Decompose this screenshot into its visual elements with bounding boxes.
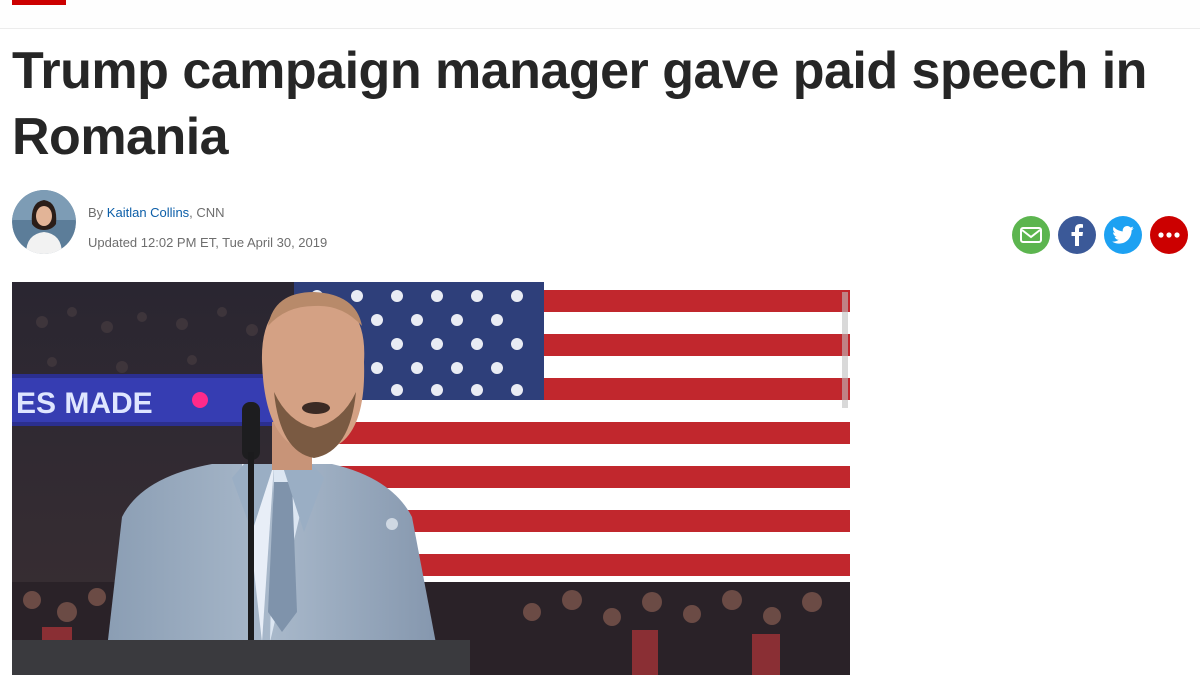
byline-prefix: By (88, 205, 107, 220)
more-icon (1158, 232, 1180, 238)
share-bar (1012, 216, 1188, 254)
timestamp: Updated 12:02 PM ET, Tue April 30, 2019 (88, 235, 328, 250)
share-facebook-button[interactable] (1058, 216, 1096, 254)
cnn-logo[interactable] (12, 0, 66, 5)
byline: By Kaitlan Collins, CNN (88, 198, 327, 228)
photo-credit (841, 292, 849, 408)
led-dot (192, 392, 208, 408)
arena-sign-text: ES MADE (16, 387, 153, 420)
byline-section: By Kaitlan Collins, CNN Updated 12:02 PM… (12, 190, 1188, 256)
outlet: , CNN (189, 205, 225, 220)
facebook-icon (1071, 224, 1083, 246)
share-email-button[interactable] (1012, 216, 1050, 254)
author-link[interactable]: Kaitlan Collins (107, 205, 189, 220)
article-meta: By Kaitlan Collins, CNN Updated 12:02 PM… (88, 198, 327, 258)
share-more-button[interactable] (1150, 216, 1188, 254)
email-icon (1020, 227, 1042, 243)
podium (12, 640, 470, 675)
article-headline: Trump campaign manager gave paid speech … (12, 42, 1147, 166)
share-twitter-button[interactable] (1104, 216, 1142, 254)
article-photo[interactable]: ES MADE (12, 282, 850, 675)
site-header (0, 0, 1200, 29)
twitter-icon (1112, 226, 1134, 244)
author-avatar[interactable] (12, 190, 76, 254)
